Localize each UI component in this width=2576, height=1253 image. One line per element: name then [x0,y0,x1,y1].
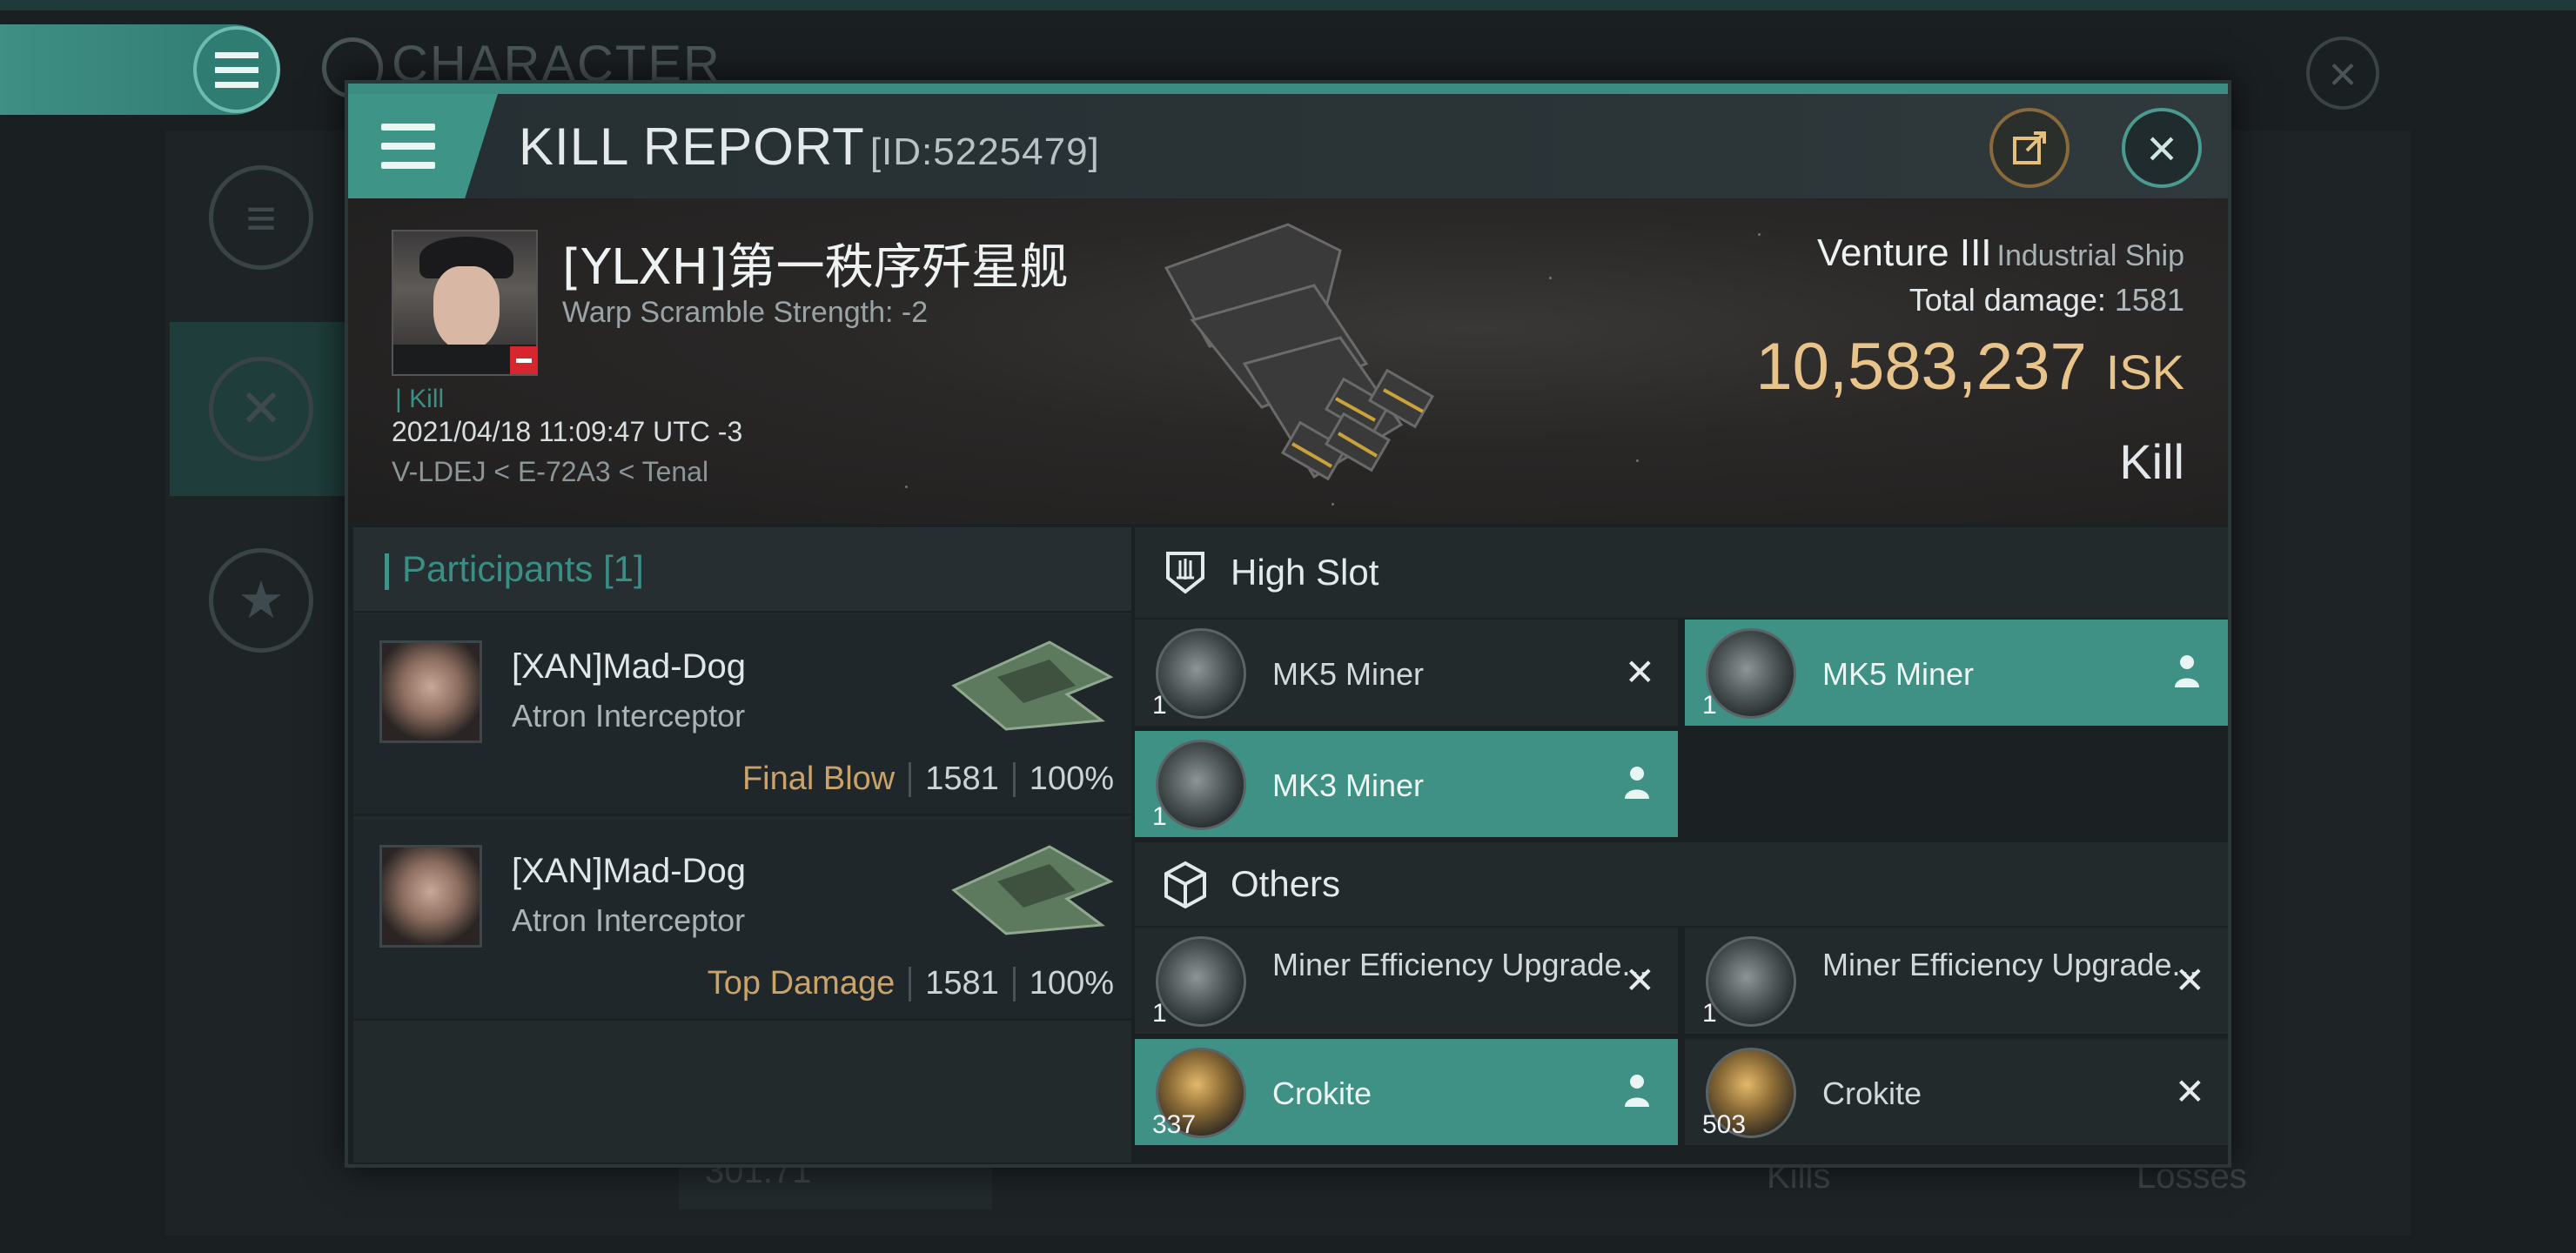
isk-value: 10,583,237 ISK [1755,330,2184,404]
miner-module-icon [1706,628,1796,719]
bg-sidebar: ≡ ✕ ★ [170,131,352,687]
star-icon: ★ [209,548,313,653]
top-edge [0,0,2576,10]
item-name: Crokite [1822,1075,1922,1111]
others-header: Others [1135,842,2228,926]
swords-icon: ✕ [209,357,313,461]
kill-datetime: 2021/04/18 11:09:47 UTC -3 [392,416,743,447]
module-name: Miner Efficiency Upgrade... [1272,947,1647,982]
bg-sidebar-item[interactable]: ★ [170,513,352,687]
upgrade-module-icon [1706,936,1796,1027]
participant-row[interactable]: [XAN]Mad-Dog Atron Interceptor Final Blo… [353,614,1131,816]
warp-scramble-strength: Warp Scramble Strength: -2 [562,296,929,329]
participant-name: [XAN]Mad-Dog [512,647,746,686]
dropped-person-icon [2175,655,2199,687]
report-id: [ID:5225479] [869,131,1100,173]
participants-label: Participants [1] [402,548,644,589]
participant-stats: Final Blow 1581 100% [741,761,1114,797]
cargo-box-icon [1164,861,1206,908]
participant-ship-image [951,845,1114,935]
cargo-slot[interactable]: 503 Crokite ✕ [1685,1039,2228,1145]
module-name: MK3 Miner [1272,767,1425,803]
participants-panel: Participants [1] [XAN]Mad-Dog Atron Inte… [353,527,1131,1163]
bg-close-button[interactable]: × [2306,37,2379,110]
victim-banner: [YLXH]第一秩序歼星舰 Warp Scramble Strength: -2… [348,198,2228,524]
module-slot[interactable]: 1 MK3 Miner [1135,731,1678,837]
cargo-slot[interactable]: 337 Crokite [1135,1039,1678,1145]
module-slot[interactable]: 1 MK5 Miner [1685,620,2228,726]
destroyed-icon: ✕ [2174,1071,2205,1112]
share-icon [2013,131,2046,164]
dialog-header: KILL REPORT [ID:5225479] × [348,94,2228,198]
high-slot-icon [1166,552,1204,594]
module-slot[interactable]: 1 MK5 Miner ✕ [1135,620,1678,726]
bg-menu-button[interactable] [193,26,280,113]
list-icon: ≡ [209,165,313,270]
total-damage: Total damage: 1581 [1909,282,2184,318]
close-button[interactable]: × [2122,108,2202,188]
victim-ship-image[interactable] [1114,216,1479,512]
participant-avatar[interactable] [379,640,482,743]
kill-tag: | Kill [395,385,445,413]
kill-result: Kill [2119,434,2184,489]
dropped-person-icon [1625,1075,1649,1107]
destroyed-icon: ✕ [2174,960,2205,1001]
module-name: MK5 Miner [1272,656,1425,692]
kill-location[interactable]: V-LDEJ < E-72A3 < Tenal [392,456,708,488]
standing-badge [510,346,538,374]
miner-module-icon [1156,628,1246,719]
cargo-slot[interactable]: 1 Miner Efficiency Upgrade... ✕ [1685,928,2228,1034]
victim-ship-name[interactable]: Venture III Industrial Ship [1817,231,2184,275]
participants-header: Participants [1] [353,527,1131,613]
participant-ship: Atron Interceptor [512,902,746,938]
destroyed-icon: ✕ [1624,652,1655,693]
menu-icon [215,48,258,92]
bg-sidebar-item-active[interactable]: ✕ [170,322,352,496]
module-name: Miner Efficiency Upgrade... [1822,947,2197,982]
close-icon: × [2146,118,2177,178]
cargo-slot[interactable]: 1 Miner Efficiency Upgrade... ✕ [1135,928,1678,1034]
participant-ship-image [951,640,1114,731]
participant-stats: Top Damage 1581 100% [707,965,1114,1002]
module-name: MK5 Miner [1822,656,1975,692]
destroyed-icon: ✕ [1624,960,1655,1001]
dropped-person-icon [1625,767,1649,799]
menu-button[interactable] [348,94,498,198]
menu-icon [381,117,435,175]
participant-row[interactable]: [XAN]Mad-Dog Atron Interceptor Top Damag… [353,819,1131,1021]
item-name: Crokite [1272,1075,1372,1111]
upgrade-module-icon [1156,936,1246,1027]
share-button[interactable] [1989,108,2070,188]
dialog-title: KILL REPORT [ID:5225479] [519,117,1100,176]
bg-sidebar-item[interactable]: ≡ [170,131,352,305]
kill-report-dialog: KILL REPORT [ID:5225479] × [YLXH]第一秩序歼星舰 … [345,80,2231,1168]
victim-name[interactable]: [YLXH]第一秩序歼星舰 [562,228,1069,298]
miner-module-icon [1156,740,1246,830]
high-slot-header: High Slot [1135,527,2228,618]
participant-ship: Atron Interceptor [512,698,746,734]
participant-avatar[interactable] [379,845,482,948]
participant-name: [XAN]Mad-Dog [512,852,746,890]
fitting-panel: High Slot 1 MK5 Miner ✕ 1 MK5 Miner 1 MK… [1135,527,2228,1163]
victim-ship-class: Industrial Ship [1996,239,2184,272]
isk-unit: ISK [2105,345,2184,399]
